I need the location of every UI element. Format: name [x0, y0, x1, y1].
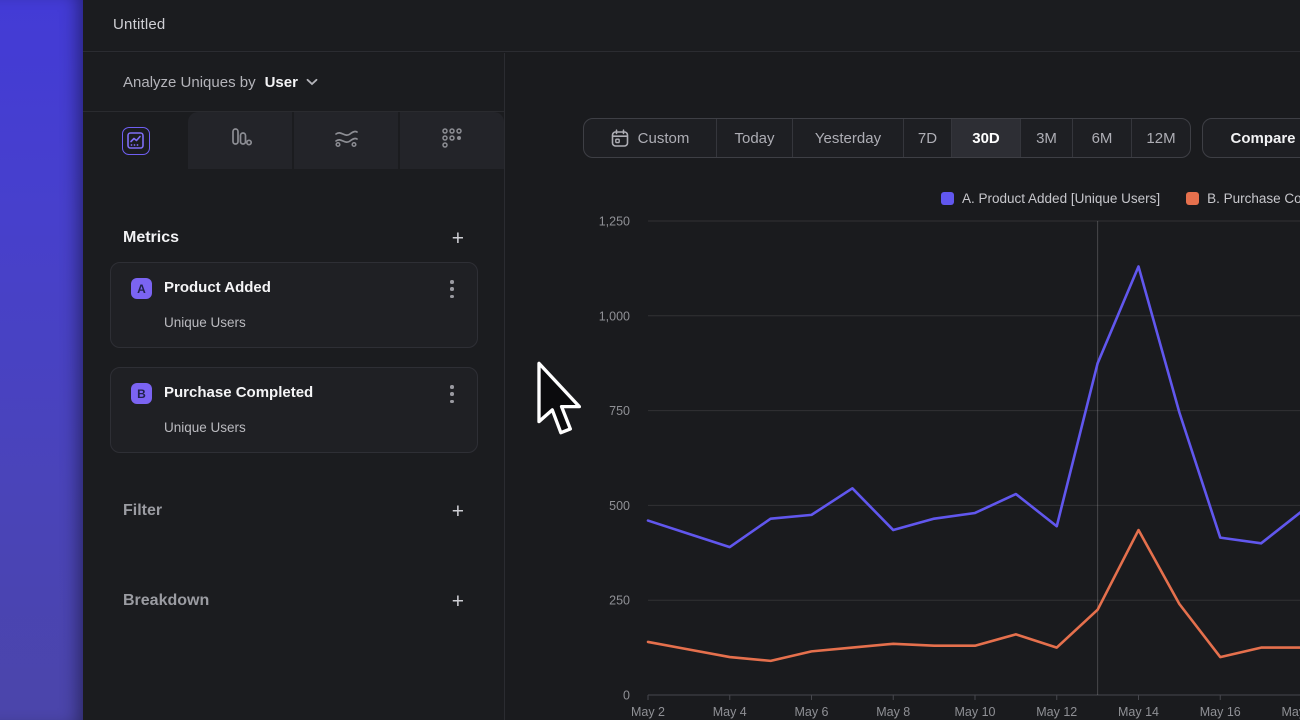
- tab-line-chart[interactable]: [83, 112, 188, 169]
- range-custom-button[interactable]: Custom: [584, 119, 716, 157]
- range-today-button[interactable]: Today: [716, 119, 792, 157]
- dot-grid-icon: [440, 126, 464, 155]
- tab-flows[interactable]: [292, 112, 398, 169]
- legend-swatch-b: [1186, 192, 1199, 205]
- metrics-header: Metrics +: [123, 218, 464, 258]
- legend-label-a: A. Product Added [Unique Users]: [962, 191, 1160, 206]
- analyze-by-row: Analyze Uniques by User: [83, 53, 504, 112]
- chevron-down-icon[interactable]: [306, 78, 318, 86]
- filter-header: Filter +: [123, 493, 464, 529]
- legend-label-b: B. Purchase Completed [Unique Users]: [1207, 191, 1300, 206]
- chart-type-tab-group: [188, 112, 504, 169]
- app-window: Untitled Analyze Uniques by User: [0, 0, 1300, 720]
- range-7d-button[interactable]: 7D: [903, 119, 951, 157]
- report-title[interactable]: Untitled: [113, 16, 165, 33]
- range-30d-button[interactable]: 30D: [951, 119, 1020, 157]
- kebab-menu-icon[interactable]: [445, 279, 459, 299]
- tab-bar-chart[interactable]: [188, 112, 292, 169]
- add-breakdown-button[interactable]: +: [452, 591, 464, 612]
- metric-b-badge: B: [131, 383, 152, 404]
- add-metric-button[interactable]: +: [452, 228, 464, 249]
- query-sidebar: Analyze Uniques by User: [83, 53, 505, 720]
- filter-heading: Filter: [123, 502, 162, 520]
- breakdown-header: Breakdown +: [123, 583, 464, 619]
- range-custom-label: Custom: [638, 130, 690, 147]
- kebab-menu-icon[interactable]: [445, 384, 459, 404]
- top-header: Untitled: [83, 0, 1300, 52]
- metric-a-name: Product Added: [164, 279, 271, 296]
- metric-b-subtitle[interactable]: Unique Users: [164, 420, 246, 435]
- date-range-picker: Custom Today Yesterday 7D 30D 3M 6M 12M: [583, 118, 1191, 158]
- legend-swatch-a: [941, 192, 954, 205]
- range-6m-button[interactable]: 6M: [1072, 119, 1131, 157]
- range-yesterday-button[interactable]: Yesterday: [792, 119, 903, 157]
- metric-b-name: Purchase Completed: [164, 384, 313, 401]
- bar-chart-icon: [227, 127, 253, 154]
- analyze-by-label: Analyze Uniques by: [123, 74, 256, 91]
- calendar-icon: [611, 129, 629, 148]
- metric-a-subtitle[interactable]: Unique Users: [164, 315, 246, 330]
- metric-card-b[interactable]: B Purchase Completed Unique Users: [110, 367, 478, 453]
- chart-panel: Custom Today Yesterday 7D 30D 3M 6M 12M …: [506, 53, 1300, 720]
- compare-button[interactable]: Compare: [1202, 118, 1300, 158]
- range-3m-button[interactable]: 3M: [1020, 119, 1072, 157]
- metric-a-badge: A: [131, 278, 152, 299]
- flows-icon: [333, 128, 359, 153]
- add-filter-button[interactable]: +: [452, 501, 464, 522]
- analyze-by-value[interactable]: User: [265, 74, 298, 91]
- chart-legend: A. Product Added [Unique Users] B. Purch…: [941, 191, 1300, 206]
- metric-card-a[interactable]: A Product Added Unique Users: [110, 262, 478, 348]
- range-12m-button[interactable]: 12M: [1131, 119, 1190, 157]
- tab-grid[interactable]: [398, 112, 504, 169]
- line-chart-icon: [122, 127, 150, 155]
- chart-type-tabs: [83, 112, 504, 169]
- breakdown-heading: Breakdown: [123, 592, 209, 610]
- metrics-heading: Metrics: [123, 229, 179, 247]
- background-gradient-strip: [0, 0, 83, 720]
